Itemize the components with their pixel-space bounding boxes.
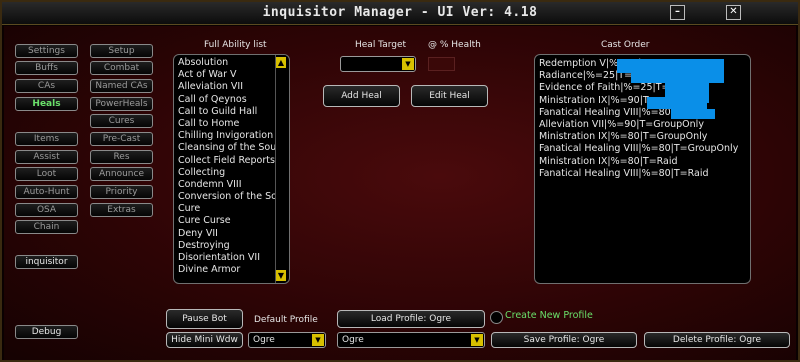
nav-osa-button[interactable]: OSA bbox=[15, 203, 78, 217]
list-item[interactable]: Cure bbox=[174, 203, 289, 215]
cast-order-list[interactable]: Redemption V|%=25|T= Radiance|%=25|T= Ev… bbox=[534, 54, 751, 284]
nav-chain-button[interactable]: Chain bbox=[15, 220, 78, 234]
nav-announce-button[interactable]: Announce bbox=[90, 167, 153, 181]
hide-mini-window-button[interactable]: Hide Mini Wdw bbox=[166, 332, 243, 348]
profile-value: Ogre bbox=[342, 335, 364, 345]
nav-buffs-button[interactable]: Buffs bbox=[15, 61, 78, 75]
nav-extras-button[interactable]: Extras bbox=[90, 203, 153, 217]
nav-res-button[interactable]: Res bbox=[90, 150, 153, 164]
title-bar[interactable]: inquisitor Manager - UI Ver: 4.18 – ✕ bbox=[2, 2, 798, 25]
list-item[interactable]: Ministration IX|%=80|T=GroupOnly bbox=[535, 131, 750, 143]
default-profile-label: Default Profile bbox=[254, 315, 318, 325]
list-item[interactable]: Ministration IX|%=80|T=Raid bbox=[535, 156, 750, 168]
list-item[interactable]: Divine Armor bbox=[174, 264, 289, 276]
scroll-up-icon[interactable]: ▲ bbox=[276, 57, 286, 68]
list-item[interactable]: Evidence of Faith|%=25|T= bbox=[535, 82, 750, 94]
default-profile-value: Ogre bbox=[253, 335, 275, 345]
nav-named-cas-button[interactable]: Named CAs bbox=[90, 79, 153, 93]
add-heal-button[interactable]: Add Heal bbox=[323, 85, 400, 107]
create-profile-radio[interactable] bbox=[490, 311, 503, 324]
nav-setup-button[interactable]: Setup bbox=[90, 44, 153, 58]
list-item[interactable]: Conversion of the Soul bbox=[174, 191, 289, 203]
nav-assist-button[interactable]: Assist bbox=[15, 150, 78, 164]
list-item[interactable]: Disorientation VII bbox=[174, 252, 289, 264]
nav-priority-button[interactable]: Priority bbox=[90, 185, 153, 199]
manager-window: inquisitor Manager - UI Ver: 4.18 – ✕ Se… bbox=[0, 0, 800, 362]
nav-powerheals-button[interactable]: PowerHeals bbox=[90, 97, 153, 111]
nav-cures-button[interactable]: Cures bbox=[90, 114, 153, 128]
list-item[interactable]: Cure Curse bbox=[174, 215, 289, 227]
chevron-down-icon[interactable]: ▼ bbox=[471, 334, 483, 346]
list-item[interactable]: Destroying bbox=[174, 240, 289, 252]
class-button[interactable]: inquisitor bbox=[15, 255, 78, 269]
list-item[interactable]: Chilling Invigoration bbox=[174, 130, 289, 142]
heal-target-label: Heal Target bbox=[355, 40, 407, 50]
list-item[interactable]: Call to Home bbox=[174, 118, 289, 130]
chevron-down-icon[interactable]: ▼ bbox=[312, 334, 324, 346]
nav-auto-hunt-button[interactable]: Auto-Hunt bbox=[15, 185, 78, 199]
heal-target-dropdown[interactable]: ▼ bbox=[340, 56, 416, 72]
scroll-down-icon[interactable]: ▼ bbox=[276, 270, 286, 281]
nav-settings-button[interactable]: Settings bbox=[15, 44, 78, 58]
list-item[interactable]: Collect Field Reports bbox=[174, 155, 289, 167]
nav-pre-cast-button[interactable]: Pre-Cast bbox=[90, 132, 153, 146]
debug-button[interactable]: Debug bbox=[15, 325, 78, 339]
list-item[interactable]: Deny VII bbox=[174, 228, 289, 240]
profile-dropdown[interactable]: Ogre ▼ bbox=[337, 332, 485, 348]
list-item[interactable]: Absolution bbox=[174, 57, 289, 69]
ability-list-scrollbar[interactable]: ▲ ▼ bbox=[275, 55, 286, 283]
ability-list-header: Full Ability list bbox=[204, 40, 267, 50]
list-item[interactable]: Ministration IX|%=90|T= bbox=[535, 95, 750, 107]
create-profile-label[interactable]: Create New Profile bbox=[505, 310, 593, 321]
edit-heal-button[interactable]: Edit Heal bbox=[411, 85, 488, 107]
list-item[interactable]: Call of Qeynos bbox=[174, 94, 289, 106]
nav-combat-button[interactable]: Combat bbox=[90, 61, 153, 75]
list-item[interactable]: Fanatical Healing VIII|%=80|T= bbox=[535, 107, 750, 119]
health-percent-label: @ % Health bbox=[428, 40, 481, 50]
minimize-button[interactable]: – bbox=[670, 5, 685, 20]
health-percent-input[interactable] bbox=[428, 57, 455, 71]
nav-loot-button[interactable]: Loot bbox=[15, 167, 78, 181]
default-profile-dropdown[interactable]: Ogre ▼ bbox=[248, 332, 326, 348]
list-item[interactable]: Alleviation VII|%=90|T=GroupOnly bbox=[535, 119, 750, 131]
chevron-down-icon[interactable]: ▼ bbox=[402, 58, 414, 70]
close-button[interactable]: ✕ bbox=[726, 5, 741, 20]
pause-bot-button[interactable]: Pause Bot bbox=[166, 309, 243, 329]
list-item[interactable]: Fanatical Healing VIII|%=80|T=GroupOnly bbox=[535, 143, 750, 155]
save-profile-button[interactable]: Save Profile: Ogre bbox=[491, 332, 637, 348]
list-item[interactable]: Act of War V bbox=[174, 69, 289, 81]
ability-list[interactable]: Absolution Act of War V Alleviation VII … bbox=[173, 54, 290, 284]
list-item[interactable]: Condemn VIII bbox=[174, 179, 289, 191]
cast-order-header: Cast Order bbox=[601, 40, 650, 50]
nav-heals-button[interactable]: Heals bbox=[15, 97, 78, 111]
delete-profile-button[interactable]: Delete Profile: Ogre bbox=[644, 332, 790, 348]
main-panel: Settings Buffs CAs Heals Items Assist Lo… bbox=[4, 26, 796, 360]
list-item[interactable]: Cleansing of the Soul bbox=[174, 142, 289, 154]
list-item[interactable]: Collecting bbox=[174, 167, 289, 179]
list-item[interactable]: Alleviation VII bbox=[174, 81, 289, 93]
list-item[interactable]: Call to Guild Hall bbox=[174, 106, 289, 118]
nav-items-button[interactable]: Items bbox=[15, 132, 78, 146]
nav-cas-button[interactable]: CAs bbox=[15, 79, 78, 93]
load-profile-button[interactable]: Load Profile: Ogre bbox=[337, 310, 485, 328]
list-item[interactable]: Fanatical Healing VIII|%=80|T=Raid bbox=[535, 168, 750, 180]
